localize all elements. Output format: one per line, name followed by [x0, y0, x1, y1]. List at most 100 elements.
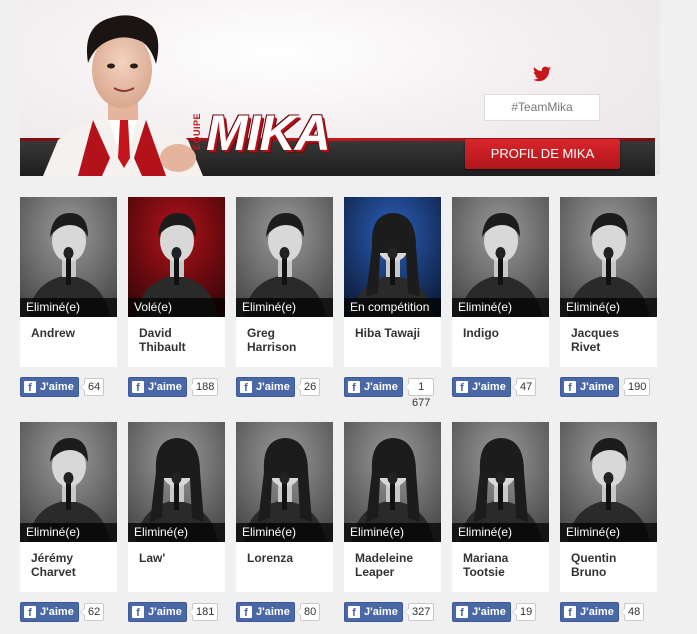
candidate-name[interactable]: Madeleine Leaper [355, 551, 435, 579]
status-badge: Volé(e) [128, 298, 225, 317]
candidate-card[interactable]: Eliminé(e) Jérémy Charvet [20, 422, 117, 592]
candidate-photo[interactable]: Eliminé(e) [344, 422, 441, 542]
like-label: J'aime [256, 606, 290, 618]
status-badge: Eliminé(e) [236, 298, 333, 317]
facebook-icon: f [348, 381, 360, 394]
team-prefix: ÉQUIPE [192, 112, 202, 150]
like-button[interactable]: f J'aime [452, 602, 511, 622]
candidate-card[interactable]: Eliminé(e) Jacques Rivet [560, 197, 657, 367]
like-button[interactable]: f J'aime [20, 377, 79, 397]
facebook-icon: f [456, 606, 468, 619]
facebook-icon: f [456, 381, 468, 394]
candidate-card[interactable]: Eliminé(e) Andrew [20, 197, 117, 367]
status-badge: Eliminé(e) [560, 523, 657, 542]
candidate-card[interactable]: Eliminé(e) Law' [128, 422, 225, 592]
like-button[interactable]: f J'aime [236, 377, 295, 397]
candidate-card[interactable]: Eliminé(e) Lorenza [236, 422, 333, 592]
candidate-card[interactable]: En compétition Hiba Tawaji [344, 197, 441, 367]
facebook-icon: f [564, 606, 576, 619]
like-label: J'aime [40, 381, 74, 393]
candidate-photo[interactable]: En compétition [344, 197, 441, 317]
candidate-card[interactable]: Eliminé(e) Indigo [452, 197, 549, 367]
candidate-card[interactable]: Eliminé(e) Mariana Tootsie [452, 422, 549, 592]
like-count: 48 [619, 603, 645, 621]
candidate-name[interactable]: Jérémy Charvet [31, 551, 111, 579]
facebook-icon: f [564, 381, 576, 394]
like-button[interactable]: f J'aime [128, 602, 187, 622]
hashtag-label[interactable]: #TeamMika [484, 94, 600, 121]
facebook-icon: f [240, 381, 252, 394]
candidate-name[interactable]: Mariana Tootsie [463, 551, 543, 579]
status-badge: Eliminé(e) [560, 298, 657, 317]
candidate-name[interactable]: Indigo [463, 326, 543, 340]
like-count: 327 [403, 603, 435, 621]
candidate-name[interactable]: Lorenza [247, 551, 327, 565]
candidate-photo[interactable]: Volé(e) [128, 197, 225, 317]
like-label: J'aime [256, 381, 290, 393]
candidate-card[interactable]: Eliminé(e) Madeleine Leaper [344, 422, 441, 592]
candidate-name[interactable]: Hiba Tawaji [355, 326, 435, 340]
like-count: 19 [511, 603, 537, 621]
status-badge: Eliminé(e) [20, 523, 117, 542]
candidate-name[interactable]: David Thibault [139, 326, 219, 354]
facebook-icon: f [132, 381, 144, 394]
facebook-icon: f [24, 381, 36, 394]
like-count: 1 677 [403, 378, 435, 409]
team-logo: ÉQUIPE MIKA [188, 106, 378, 160]
like-button[interactable]: f J'aime [344, 602, 403, 622]
candidate-name[interactable]: Law' [139, 551, 219, 565]
like-count: 26 [295, 378, 321, 396]
like-count: 64 [79, 378, 105, 396]
like-count: 62 [79, 603, 105, 621]
like-label: J'aime [364, 606, 398, 618]
like-label: J'aime [580, 381, 614, 393]
candidate-name[interactable]: Andrew [31, 326, 111, 340]
candidate-name[interactable]: Jacques Rivet [571, 326, 651, 354]
like-button[interactable]: f J'aime [560, 602, 619, 622]
like-label: J'aime [364, 381, 398, 393]
candidate-photo[interactable]: Eliminé(e) [128, 422, 225, 542]
coach-portrait [43, 15, 203, 176]
candidate-photo[interactable]: Eliminé(e) [20, 197, 117, 317]
candidate-name[interactable]: Quentin Bruno [571, 551, 651, 579]
team-name: MIKA [206, 105, 331, 161]
status-badge: En compétition [344, 298, 441, 317]
candidate-name[interactable]: Greg Harrison [247, 326, 327, 354]
status-badge: Eliminé(e) [344, 523, 441, 542]
candidate-photo[interactable]: Eliminé(e) [20, 422, 117, 542]
like-count: 47 [511, 378, 537, 396]
candidate-photo[interactable]: Eliminé(e) [236, 422, 333, 542]
candidate-card[interactable]: Eliminé(e) Quentin Bruno [560, 422, 657, 592]
like-label: J'aime [472, 606, 506, 618]
candidate-photo[interactable]: Eliminé(e) [236, 197, 333, 317]
like-count: 188 [187, 378, 219, 396]
like-count: 190 [619, 378, 651, 396]
facebook-icon: f [240, 606, 252, 619]
like-button[interactable]: f J'aime [20, 602, 79, 622]
like-button[interactable]: f J'aime [236, 602, 295, 622]
facebook-icon: f [24, 606, 36, 619]
like-label: J'aime [580, 606, 614, 618]
like-button[interactable]: f J'aime [128, 377, 187, 397]
facebook-icon: f [348, 606, 360, 619]
candidate-photo[interactable]: Eliminé(e) [452, 422, 549, 542]
candidate-card[interactable]: Eliminé(e) Greg Harrison [236, 197, 333, 367]
candidate-photo[interactable]: Eliminé(e) [452, 197, 549, 317]
candidate-photo[interactable]: Eliminé(e) [560, 422, 657, 542]
profile-button[interactable]: PROFIL DE MIKA [465, 139, 620, 169]
status-badge: Eliminé(e) [236, 523, 333, 542]
status-badge: Eliminé(e) [452, 523, 549, 542]
status-badge: Eliminé(e) [128, 523, 225, 542]
candidate-photo[interactable]: Eliminé(e) [560, 197, 657, 317]
candidate-grid: Eliminé(e) Andrew f J'aime 64 Volé(e) Da… [20, 197, 660, 627]
like-button[interactable]: f J'aime [452, 377, 511, 397]
like-label: J'aime [40, 606, 74, 618]
team-header: ÉQUIPE MIKA #TeamMika PROFIL DE MIKA [0, 0, 697, 180]
candidate-card[interactable]: Volé(e) David Thibault [128, 197, 225, 367]
status-badge: Eliminé(e) [20, 298, 117, 317]
like-button[interactable]: f J'aime [560, 377, 619, 397]
like-label: J'aime [472, 381, 506, 393]
status-badge: Eliminé(e) [452, 298, 549, 317]
twitter-icon[interactable] [533, 66, 551, 82]
like-button[interactable]: f J'aime [344, 377, 403, 397]
